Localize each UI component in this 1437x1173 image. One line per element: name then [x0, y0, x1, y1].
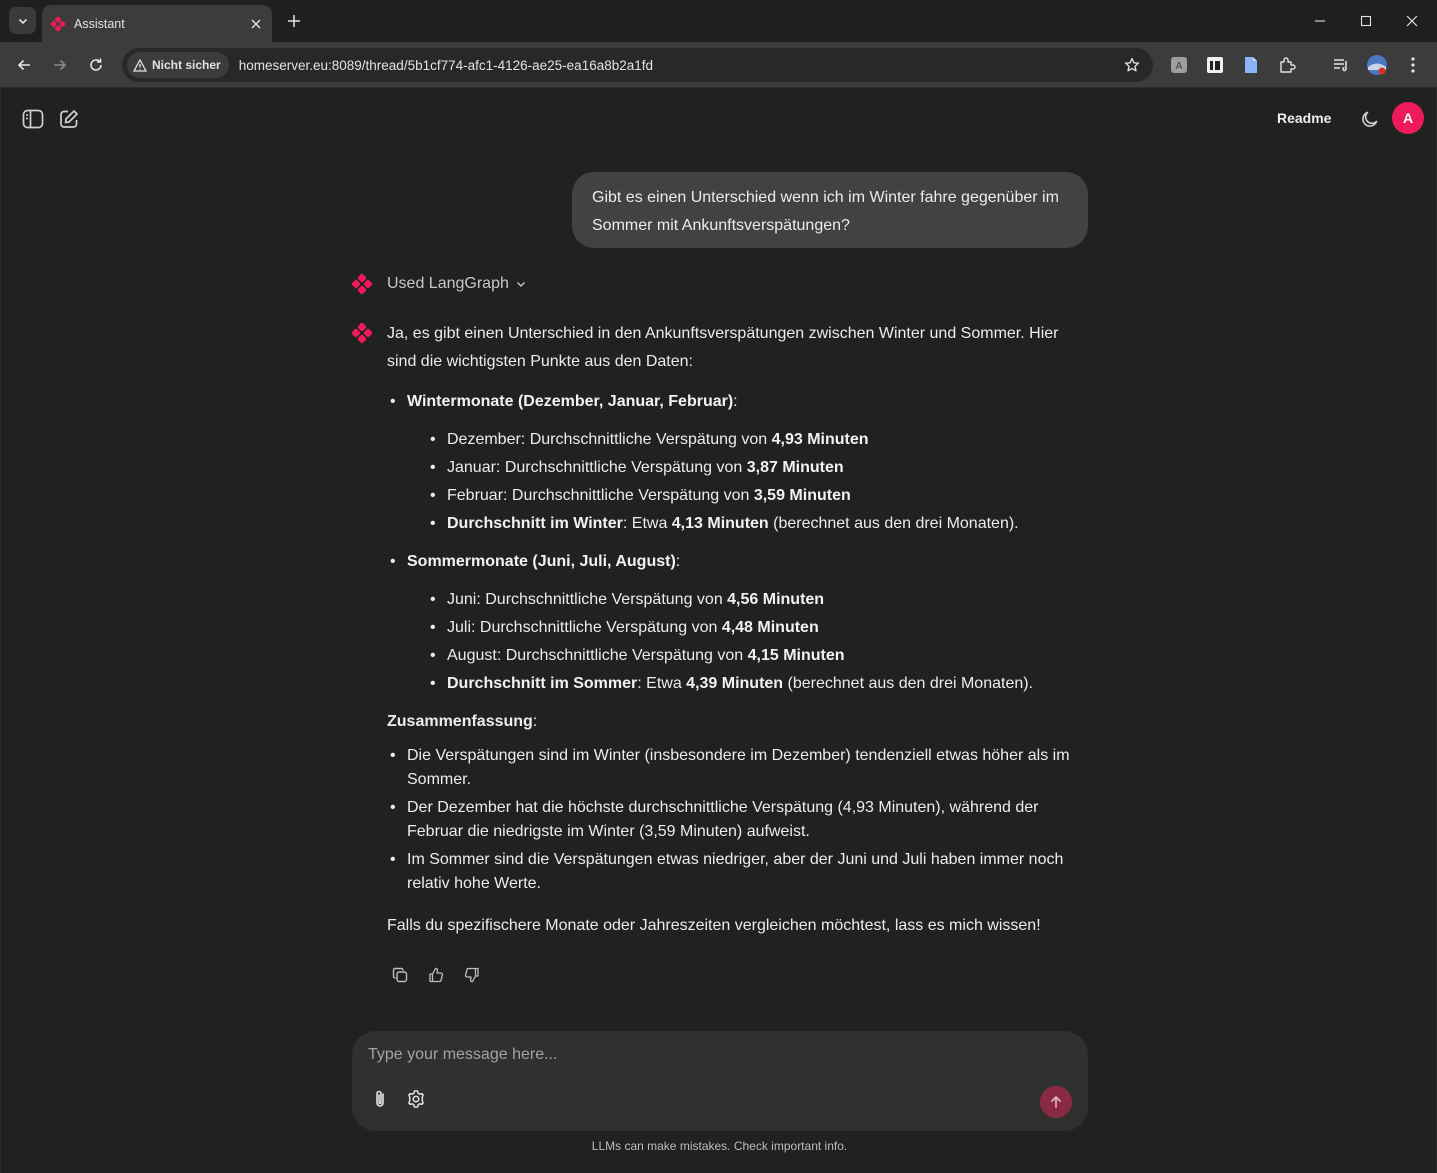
forward-button[interactable]	[46, 51, 74, 79]
attach-button[interactable]	[367, 1086, 393, 1112]
moon-icon	[1362, 111, 1378, 127]
tool-used-label: Used LangGraph	[387, 275, 509, 292]
list-item: Juni: Durchschnittliche Verspätung von 4…	[427, 586, 1087, 614]
back-button[interactable]	[10, 51, 38, 79]
browser-toolbar: Nicht sicher homeserver.eu:8089/thread/5…	[0, 42, 1437, 88]
list-item: Im Sommer sind die Verspätungen etwas ni…	[387, 848, 1087, 896]
user-message-bubble: Gibt es einen Unterschied wenn ich im Wi…	[572, 172, 1088, 248]
list-item: August: Durchschnittliche Verspätung von…	[427, 642, 1087, 670]
list-item: Die Verspätungen sind im Winter (insbeso…	[387, 744, 1087, 792]
url-text[interactable]: homeserver.eu:8089/thread/5b1cf774-afc1-…	[239, 58, 1117, 73]
list-item: Dezember: Durchschnittliche Verspätung v…	[427, 426, 1087, 454]
extension-icon-1[interactable]: A	[1165, 51, 1193, 79]
address-bar[interactable]: Nicht sicher homeserver.eu:8089/thread/5…	[122, 48, 1153, 82]
thumbs-up-button[interactable]	[423, 962, 449, 988]
tool-used-toggle[interactable]: Used LangGraph	[387, 271, 527, 297]
disclaimer-text: LLMs can make mistakes. Check important …	[591, 1139, 848, 1153]
thumbs-up-icon	[429, 967, 444, 983]
list-item: Februar: Durchschnittliche Verspätung vo…	[427, 482, 1087, 510]
new-chat-button[interactable]	[55, 105, 83, 133]
message-input[interactable]	[368, 1043, 1048, 1067]
user-avatar[interactable]: A	[1392, 102, 1424, 134]
summer-months-list: Juni: Durchschnittliche Verspätung von 4…	[407, 586, 1087, 698]
list-item: Der Dezember hat die höchste durchschnit…	[387, 796, 1087, 844]
list-item: Durchschnitt im Sommer: Etwa 4,39 Minute…	[427, 670, 1087, 698]
message-composer	[352, 1031, 1088, 1131]
message-actions	[387, 962, 495, 988]
profile-avatar-icon[interactable]	[1363, 51, 1391, 79]
edit-pencil-icon	[60, 110, 78, 128]
minimize-window-button[interactable]	[1307, 8, 1333, 34]
assistant-logo-icon	[351, 273, 373, 295]
copy-icon	[392, 967, 408, 983]
chevron-down-icon	[18, 18, 27, 24]
extension-icon-2[interactable]	[1201, 51, 1229, 79]
answer-closing: Falls du spezifischere Monate oder Jahre…	[387, 917, 1041, 934]
arrow-up-icon	[1051, 1095, 1061, 1108]
svg-text:A: A	[1176, 61, 1183, 72]
extensions-puzzle-icon[interactable]	[1273, 51, 1301, 79]
maximize-window-button[interactable]	[1353, 8, 1379, 34]
send-button[interactable]	[1040, 1086, 1072, 1118]
summary-list: Die Verspätungen sind im Winter (insbeso…	[387, 744, 1087, 896]
tab-close-icon[interactable]	[246, 14, 266, 34]
close-icon	[1406, 15, 1418, 27]
list-item: Juli: Durchschnittliche Verspätung von 4…	[427, 614, 1087, 642]
assistant-logo-icon	[351, 322, 373, 344]
warning-triangle-icon	[133, 58, 147, 72]
browser-titlebar: Assistant	[0, 0, 1437, 42]
chevron-down-icon	[515, 278, 527, 290]
sidebar-icon	[22, 109, 44, 129]
security-label: Nicht sicher	[152, 58, 221, 72]
security-indicator[interactable]: Nicht sicher	[127, 52, 229, 78]
assistant-message: Ja, es gibt einen Unterschied in den Ank…	[387, 320, 1087, 940]
tab-title: Assistant	[74, 16, 125, 31]
settings-button[interactable]	[403, 1086, 429, 1112]
winter-title: Wintermonate (Dezember, Januar, Februar)	[407, 393, 734, 410]
media-control-icon[interactable]	[1327, 51, 1355, 79]
minimize-icon	[1315, 20, 1325, 22]
bookmark-star-button[interactable]	[1117, 50, 1147, 80]
thumbs-down-icon	[464, 967, 479, 983]
list-item: Wintermonate (Dezember, Januar, Februar)…	[387, 388, 1087, 538]
winter-months-list: Dezember: Durchschnittliche Verspätung v…	[407, 426, 1087, 538]
list-item: Januar: Durchschnittliche Verspätung von…	[427, 454, 1087, 482]
new-tab-button[interactable]	[283, 10, 305, 32]
list-item: Durchschnitt im Winter: Etwa 4,13 Minute…	[427, 510, 1087, 538]
close-window-button[interactable]	[1399, 8, 1425, 34]
paperclip-icon	[376, 1090, 384, 1107]
thumbs-down-button[interactable]	[459, 962, 485, 988]
reload-icon	[90, 58, 102, 71]
readme-button[interactable]: Readme	[1261, 106, 1347, 130]
copy-button[interactable]	[387, 962, 413, 988]
assistant-app: Readme A Gibt es einen Unterschied wenn …	[0, 88, 1437, 1173]
document-extension-icon[interactable]	[1237, 51, 1265, 79]
list-item: Sommermonate (Juni, Juli, August): Juni:…	[387, 548, 1087, 698]
tab-search-button[interactable]	[9, 7, 36, 34]
browser-menu-icon[interactable]	[1399, 51, 1427, 79]
star-icon	[1124, 57, 1140, 72]
gear-icon	[408, 1090, 424, 1108]
season-list: Wintermonate (Dezember, Januar, Februar)…	[387, 388, 1087, 698]
summer-title: Sommermonate (Juni, Juli, August)	[407, 553, 676, 570]
arrow-right-icon	[54, 59, 67, 71]
answer-intro: Ja, es gibt einen Unterschied in den Ank…	[387, 325, 1059, 370]
toggle-sidebar-button[interactable]	[19, 105, 47, 133]
plus-icon	[288, 15, 300, 27]
maximize-icon	[1360, 15, 1372, 27]
theme-toggle-button[interactable]	[1356, 105, 1384, 133]
assistant-logo-icon	[50, 16, 66, 31]
summary-heading: Zusammenfassung:	[387, 713, 538, 730]
reload-button[interactable]	[82, 51, 110, 79]
arrow-left-icon	[17, 59, 30, 71]
browser-tab-assistant[interactable]: Assistant	[42, 5, 272, 42]
